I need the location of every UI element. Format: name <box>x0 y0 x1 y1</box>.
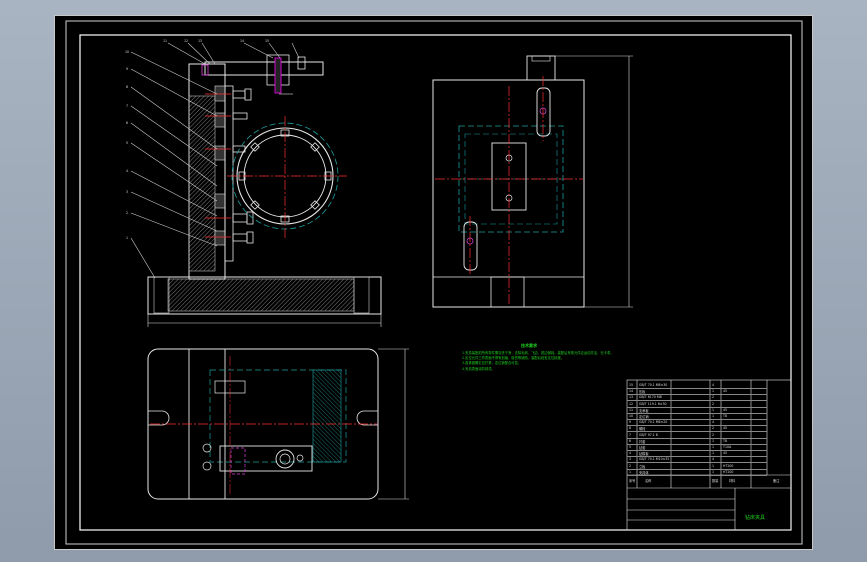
parts-cell: 10 <box>629 414 634 418</box>
balloon-8: 8 <box>126 85 129 89</box>
parts-cell: 1 <box>712 414 715 418</box>
drawing-name: 钻床夹具 <box>745 515 766 521</box>
parts-cell: 夹具体 <box>639 470 649 475</box>
parts-cell: 15 <box>629 383 634 387</box>
parts-cell: T8 <box>723 438 727 443</box>
parts-cell: HT200 <box>723 463 734 468</box>
parts-cell: 5 <box>629 445 632 449</box>
parts-cell: 3 <box>629 457 632 462</box>
balloon-2: 2 <box>126 211 129 215</box>
parts-cell: 1 <box>712 463 715 468</box>
parts-cell: GB/T 70.1 M10×35 <box>639 457 670 462</box>
parts-cell: 1 <box>629 469 632 474</box>
balloon-1: 1 <box>126 236 129 240</box>
parts-cell: 1 <box>712 445 715 449</box>
header-qty: 数量 <box>712 479 719 483</box>
parts-cell: 45 <box>723 389 728 394</box>
balloon-13: 13 <box>198 39 203 43</box>
front-view <box>130 42 382 327</box>
side-view <box>432 55 633 308</box>
parts-cell: 14 <box>629 389 634 394</box>
parts-cell: 4 <box>712 383 715 387</box>
parts-cell: HT200 <box>723 469 734 474</box>
parts-cell: 2 <box>629 463 632 468</box>
balloon-9: 9 <box>126 67 129 71</box>
balloon-3: 3 <box>126 190 129 194</box>
parts-cell: 1 <box>712 407 715 412</box>
balloon-5: 5 <box>126 141 129 145</box>
parts-cell: GB/T 119.1 6×30 <box>639 401 667 406</box>
parts-cell: 1 <box>712 451 715 456</box>
parts-cell: 11 <box>629 407 634 412</box>
balloon-7: 7 <box>126 104 129 108</box>
parts-cell: 45 <box>723 426 728 431</box>
parts-cell: 45 <box>723 407 728 412</box>
parts-cell: T8 <box>723 414 727 418</box>
parts-cell: 2 <box>712 432 715 437</box>
header-material: 材料 <box>729 479 736 483</box>
parts-cell: 6 <box>629 438 632 443</box>
parts-cell: 1 <box>712 469 715 474</box>
parts-cell: 8 <box>629 426 632 431</box>
header-no: 序号 <box>629 479 636 483</box>
header-name: 名称 <box>645 479 652 483</box>
balloon-6: 6 <box>126 121 129 125</box>
parts-cell: 4 <box>712 457 715 462</box>
parts-cell: GB/T 70.1 M8×30 <box>639 383 668 387</box>
parts-cell: 4 <box>712 420 715 425</box>
balloon-11: 11 <box>163 39 168 43</box>
parts-cell: 13 <box>629 395 634 400</box>
parts-cell: 7 <box>629 432 632 437</box>
parts-cell: 45 <box>723 451 728 456</box>
balloon-14: 14 <box>240 39 245 43</box>
balloon-15: 15 <box>265 39 270 43</box>
parts-cell: 2 <box>712 395 715 400</box>
parts-cell: GB/T 6170 M8 <box>639 395 662 400</box>
balloon-4: 4 <box>126 169 129 173</box>
top-view <box>147 348 409 500</box>
parts-cell: T10A <box>723 445 732 449</box>
parts-cell: 2 <box>712 426 715 431</box>
tech-title: 技术要求 <box>521 343 537 348</box>
tech-line-4: 4.夹具表面涂防锈漆。 <box>462 366 495 371</box>
parts-cell: 1 <box>712 389 715 394</box>
parts-cell: GB/T 97.1 8 <box>639 432 658 437</box>
parts-cell: GB/T 70.1 M6×20 <box>639 420 668 425</box>
parts-cell: 9 <box>629 420 632 425</box>
parts-cell: 12 <box>629 401 634 406</box>
parts-cell: 1 <box>712 438 715 443</box>
parts-cell: 2 <box>712 401 715 406</box>
parts-row: 1 夹具体 1 HT200 <box>627 469 767 476</box>
tech-requirements: 1.夹具装配前所有零件需清洗干净，去除毛刺、飞边、锐边倒钝，装配后夹紧元件应运动… <box>462 351 614 372</box>
parts-cell: 4 <box>629 451 632 456</box>
balloon-12: 12 <box>184 39 189 43</box>
header-note: 备注 <box>773 479 780 483</box>
cad-viewport[interactable]: 技术要求 1.夹具装配前所有零件需清洗干净，去除毛刺、飞边、锐边倒钝，装配后夹紧… <box>54 15 813 550</box>
balloon-10: 10 <box>125 50 130 54</box>
